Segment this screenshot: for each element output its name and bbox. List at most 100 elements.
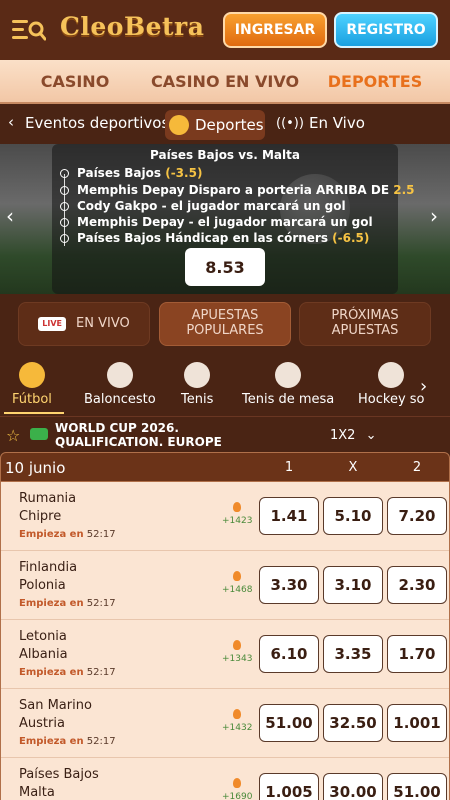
chevron-left-icon[interactable]: ‹ bbox=[8, 113, 14, 131]
league-name: WORLD CUP 2026. QUALIFICATION. EUROPE bbox=[55, 421, 222, 450]
odd-1-button[interactable]: 1.005 bbox=[259, 773, 319, 800]
odd-1-button[interactable]: 6.10 bbox=[259, 635, 319, 673]
match-row[interactable]: Finlandia Polonia Empieza en 52:17 +1468… bbox=[1, 551, 449, 620]
odd-x-button[interactable]: 32.50 bbox=[323, 704, 383, 742]
team-away: Albania bbox=[19, 647, 68, 662]
team-away: Austria bbox=[19, 716, 65, 731]
markets-count[interactable]: +1423 bbox=[222, 516, 252, 526]
carousel-next-icon[interactable]: › bbox=[430, 204, 438, 228]
fire-icon bbox=[233, 502, 241, 512]
odd-x-button[interactable]: 3.10 bbox=[323, 566, 383, 604]
live-signal-icon: ((•)) bbox=[276, 115, 304, 131]
fire-icon bbox=[233, 571, 241, 581]
match-row[interactable]: Rumania Chipre Empieza en 52:17 +1423 1.… bbox=[1, 482, 449, 551]
markets-count[interactable]: +1432 bbox=[222, 723, 252, 733]
match-row[interactable]: Letonia Albania Empieza en 52:17 +1343 6… bbox=[1, 620, 449, 689]
leg-odd: 2.5 bbox=[393, 183, 415, 197]
odd-2-button[interactable]: 51.00 bbox=[387, 773, 447, 800]
odd-1-button[interactable]: 3.30 bbox=[259, 566, 319, 604]
chevron-down-icon: ⌄ bbox=[365, 428, 377, 443]
bet-leg: Cody Gakpo - el jugador marcará un gol bbox=[60, 199, 346, 213]
tab-apuestas-populares[interactable]: APUESTAS POPULARES bbox=[159, 302, 291, 346]
sport-label: Hockey so bbox=[358, 392, 425, 407]
circle-icon bbox=[60, 186, 69, 195]
starts-time: 52:17 bbox=[86, 529, 116, 540]
menu-search-icon[interactable] bbox=[12, 18, 46, 42]
market-selector[interactable]: 1X2 ⌄ bbox=[330, 428, 377, 443]
odd-x-button[interactable]: 30.00 bbox=[323, 773, 383, 800]
markets-count[interactable]: +1468 bbox=[222, 585, 252, 595]
match-title: Países Bajos vs. Malta bbox=[150, 148, 300, 162]
sport-label: Baloncesto bbox=[84, 392, 156, 407]
sport-label: Fútbol bbox=[12, 392, 52, 407]
starts-in: Empieza en 52:17 bbox=[19, 667, 116, 678]
deportes-label: Deportes bbox=[195, 116, 264, 134]
fire-icon bbox=[233, 778, 241, 788]
bet-leg: Países Bajos (-3.5) bbox=[60, 166, 202, 180]
event-date: 10 junio bbox=[5, 459, 66, 477]
register-button[interactable]: REGISTRO bbox=[334, 12, 438, 48]
odd-x-button[interactable]: 3.35 bbox=[323, 635, 383, 673]
nav-deportes[interactable]: DEPORTES bbox=[300, 72, 450, 91]
sport-tenis-de-mesa[interactable]: Tenis de mesa bbox=[242, 362, 334, 407]
tab-en-vivo-label: EN VIVO bbox=[76, 315, 130, 331]
odd-2-button[interactable]: 1.001 bbox=[387, 704, 447, 742]
odd-x-button[interactable]: 5.10 bbox=[323, 497, 383, 535]
odds-table-header: 10 junio 1 X 2 bbox=[0, 452, 450, 482]
odd-2-button[interactable]: 1.70 bbox=[387, 635, 447, 673]
leg-text: Cody Gakpo - el jugador marcará un gol bbox=[77, 199, 346, 213]
starts-in: Empieza en 52:17 bbox=[19, 736, 116, 747]
app-header: CleoBetra INGRESAR REGISTRO bbox=[0, 0, 450, 60]
star-icon[interactable]: ☆ bbox=[6, 426, 20, 445]
odd-1-button[interactable]: 51.00 bbox=[259, 704, 319, 742]
markets-count[interactable]: +1343 bbox=[222, 654, 252, 664]
fire-icon bbox=[233, 709, 241, 719]
team-away: Chipre bbox=[19, 509, 62, 524]
table-tennis-icon bbox=[275, 362, 302, 388]
tab-en-vivo[interactable]: LIVE EN VIVO bbox=[18, 302, 150, 346]
team-home: Finlandia bbox=[19, 560, 78, 575]
sports-selector: Fútbol Baloncesto Tenis Tenis de mesa Ho… bbox=[0, 360, 450, 416]
odd-2-button[interactable]: 2.30 bbox=[387, 566, 447, 604]
markets-count[interactable]: +1690 bbox=[222, 792, 252, 800]
top-nav: CASINO CASINO EN VIVO DEPORTES bbox=[0, 60, 450, 104]
starts-time: 52:17 bbox=[86, 598, 116, 609]
match-row[interactable]: Países Bajos Malta +1690 1.005 30.00 51.… bbox=[1, 758, 449, 800]
eventos-deportivos-link[interactable]: Eventos deportivos bbox=[25, 114, 169, 132]
team-away: Malta bbox=[19, 785, 55, 800]
circle-icon bbox=[60, 202, 69, 211]
circle-icon bbox=[60, 234, 69, 243]
brand-logo[interactable]: CleoBetra bbox=[60, 12, 204, 41]
deportes-tab[interactable]: Deportes bbox=[165, 110, 265, 140]
tennis-icon bbox=[184, 362, 211, 388]
nav-casino-en-vivo[interactable]: CASINO EN VIVO bbox=[150, 72, 300, 91]
match-row[interactable]: San Marino Austria Empieza en 52:17 +143… bbox=[1, 689, 449, 758]
en-vivo-tab[interactable]: ((•)) En Vivo bbox=[276, 114, 365, 132]
nav-casino[interactable]: CASINO bbox=[0, 72, 150, 91]
circle-icon bbox=[60, 169, 69, 178]
bet-leg: Países Bajos Hándicap en las córners (-6… bbox=[60, 231, 369, 245]
starts-in: Empieza en 52:17 bbox=[19, 529, 116, 540]
sport-futbol[interactable]: Fútbol bbox=[12, 362, 52, 407]
starts-label: Empieza en bbox=[19, 736, 84, 747]
leg-text: Memphis Depay - el jugador marcará un go… bbox=[77, 215, 373, 229]
hockey-icon bbox=[378, 362, 405, 388]
league-name-line: QUALIFICATION. EUROPE bbox=[55, 435, 222, 450]
chevron-right-icon[interactable]: › bbox=[420, 376, 427, 397]
sport-hockey[interactable]: Hockey so bbox=[358, 362, 425, 407]
sport-baloncesto[interactable]: Baloncesto bbox=[84, 362, 156, 407]
total-odds-button[interactable]: 8.53 bbox=[185, 248, 265, 286]
team-home: Letonia bbox=[19, 629, 67, 644]
odd-1-button[interactable]: 1.41 bbox=[259, 497, 319, 535]
starts-label: Empieza en bbox=[19, 529, 84, 540]
starts-time: 52:17 bbox=[86, 736, 116, 747]
team-home: Rumania bbox=[19, 491, 77, 506]
carousel-prev-icon[interactable]: ‹ bbox=[6, 204, 14, 228]
login-button[interactable]: INGRESAR bbox=[223, 12, 327, 48]
bet-builder-card: Países Bajos vs. Malta Países Bajos (-3.… bbox=[52, 144, 414, 294]
col-x-label: X bbox=[348, 460, 358, 475]
sport-tenis[interactable]: Tenis bbox=[181, 362, 213, 407]
odd-2-button[interactable]: 7.20 bbox=[387, 497, 447, 535]
tab-proximas-apuestas[interactable]: PRÓXIMAS APUESTAS bbox=[299, 302, 431, 346]
leg-text: Memphis Depay Disparo a porteria ARRIBA … bbox=[77, 183, 390, 197]
